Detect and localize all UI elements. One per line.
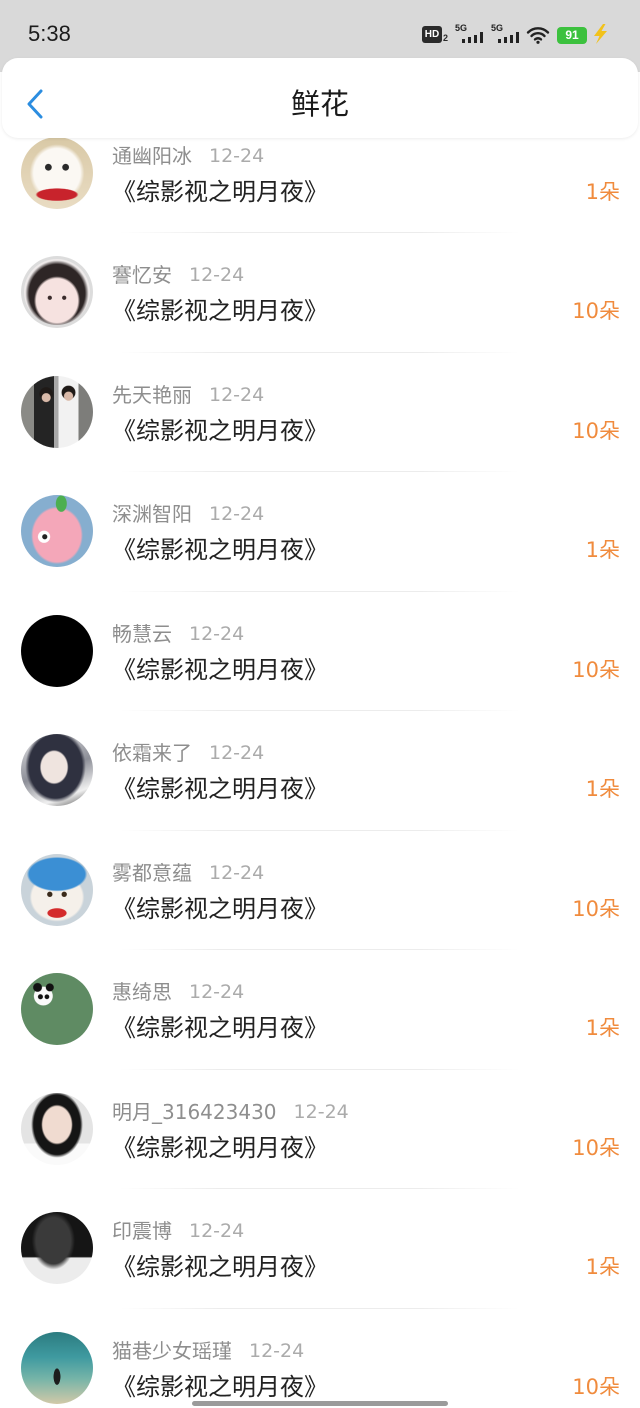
flower-count: 10朵 [572, 1374, 620, 1399]
book-title: 《综影视之明月夜》 [112, 1253, 328, 1281]
user-name: 依霜来了 [112, 741, 192, 765]
avatar[interactable] [21, 1212, 93, 1284]
signal-icon: 5G [490, 22, 520, 44]
gift-date: 12-24 [209, 144, 265, 167]
avatar[interactable] [21, 973, 93, 1045]
item-meta: 畅慧云 12-24 [112, 622, 244, 646]
status-time: 5:38 [28, 21, 71, 46]
book-title: 《综影视之明月夜》 [112, 536, 328, 564]
flower-count: 1朵 [585, 1255, 620, 1279]
gift-date: 12-24 [189, 1220, 245, 1242]
item-meta: 雾都意蕴 12-24 [112, 861, 264, 885]
book-title: 《综影视之明月夜》 [112, 177, 328, 206]
item-meta: 明月_316423430 12-24 [112, 1100, 349, 1124]
hd-voice-icon: HD [422, 26, 442, 43]
avatar[interactable] [21, 1331, 93, 1404]
flower-count: 10朵 [572, 657, 620, 682]
nav-header: 鲜花 [2, 58, 638, 138]
charging-bolt-icon [594, 24, 607, 44]
gift-date: 12-24 [209, 503, 265, 525]
avatar[interactable] [21, 853, 93, 926]
gift-date: 12-24 [189, 622, 245, 645]
item-meta: 依霜来了 12-24 [112, 741, 264, 765]
flower-count: 1朵 [585, 777, 620, 801]
list-item[interactable]: 先天艳丽 12-24 《综影视之明月夜》 10朵 [0, 353, 640, 472]
flower-count: 10朵 [572, 418, 620, 443]
user-name: 猫巷少女瑶瑾 [112, 1338, 232, 1363]
flower-count: 1朵 [585, 1016, 620, 1040]
user-name: 謇忆安 [112, 263, 172, 287]
avatar[interactable] [21, 495, 93, 567]
user-name: 深渊智阳 [112, 502, 192, 526]
book-title: 《综影视之明月夜》 [112, 1372, 328, 1401]
avatar[interactable] [21, 734, 93, 806]
list-item[interactable]: 畅慧云 12-24 《综影视之明月夜》 10朵 [0, 592, 640, 711]
avatar[interactable] [21, 256, 93, 328]
item-meta: 先天艳丽 12-24 [112, 383, 264, 407]
list-item[interactable]: 印震博 12-24 《综影视之明月夜》 1朵 [0, 1189, 640, 1309]
book-title: 《综影视之明月夜》 [112, 1133, 328, 1162]
gift-date: 12-24 [249, 1339, 305, 1362]
wifi-icon [526, 27, 550, 44]
flower-count: 1朵 [585, 538, 620, 562]
gift-date: 12-24 [189, 264, 245, 286]
user-name: 惠绮思 [112, 980, 172, 1004]
book-title: 《综影视之明月夜》 [112, 297, 328, 325]
book-title: 《综影视之明月夜》 [112, 655, 328, 684]
item-meta: 通幽阳冰 12-24 [112, 144, 264, 168]
item-meta: 深渊智阳 12-24 [112, 502, 264, 526]
list-item[interactable]: 謇忆安 12-24 《综影视之明月夜》 10朵 [0, 233, 640, 353]
book-title: 《综影视之明月夜》 [112, 1014, 328, 1042]
flower-gift-list: 通幽阳冰 12-24 《综影视之明月夜》 1朵 謇忆安 12-24 《综影视之明… [0, 114, 640, 1408]
signal-icon: 5G [454, 22, 484, 44]
flower-count: 10朵 [572, 1135, 620, 1160]
avatar[interactable] [21, 375, 93, 448]
user-name: 明月_316423430 [112, 1099, 277, 1124]
user-name: 先天艳丽 [112, 382, 192, 407]
avatar[interactable] [21, 136, 93, 209]
list-item[interactable]: 惠绮思 12-24 《综影视之明月夜》 1朵 [0, 950, 640, 1070]
flower-count: 1朵 [585, 179, 620, 204]
gift-date: 12-24 [189, 981, 245, 1003]
home-indicator[interactable] [192, 1401, 448, 1406]
book-title: 《综影视之明月夜》 [112, 416, 328, 445]
item-meta: 印震博 12-24 [112, 1219, 244, 1243]
flower-count: 10朵 [572, 896, 620, 921]
page-title: 鲜花 [290, 87, 349, 121]
book-title: 《综影视之明月夜》 [112, 775, 328, 803]
gift-date: 12-24 [209, 742, 265, 764]
list-item[interactable]: 依霜来了 12-24 《综影视之明月夜》 1朵 [0, 711, 640, 831]
user-name: 畅慧云 [112, 621, 172, 646]
hd-voice-sub-label: 2 [443, 33, 449, 43]
list-item[interactable]: 雾都意蕴 12-24 《综影视之明月夜》 10朵 [0, 831, 640, 950]
gift-date: 12-24 [209, 861, 265, 884]
list-item[interactable]: 猫巷少女瑶瑾 12-24 《综影视之明月夜》 10朵 [0, 1309, 640, 1408]
gift-date: 12-24 [293, 1100, 349, 1123]
user-name: 通幽阳冰 [112, 143, 192, 168]
user-name: 雾都意蕴 [112, 860, 192, 885]
gift-date: 12-24 [209, 383, 265, 406]
flower-count: 10朵 [572, 299, 620, 323]
item-meta: 謇忆安 12-24 [112, 263, 244, 287]
battery-icon: 91 [557, 27, 587, 44]
list-item[interactable]: 深渊智阳 12-24 《综影视之明月夜》 1朵 [0, 472, 640, 592]
list-item[interactable]: 明月_316423430 12-24 《综影视之明月夜》 10朵 [0, 1070, 640, 1189]
avatar[interactable] [21, 1092, 93, 1165]
item-meta: 惠绮思 12-24 [112, 980, 244, 1004]
book-title: 《综影视之明月夜》 [112, 894, 328, 923]
user-name: 印震博 [112, 1219, 172, 1243]
avatar[interactable] [21, 614, 93, 687]
item-meta: 猫巷少女瑶瑾 12-24 [112, 1339, 304, 1363]
